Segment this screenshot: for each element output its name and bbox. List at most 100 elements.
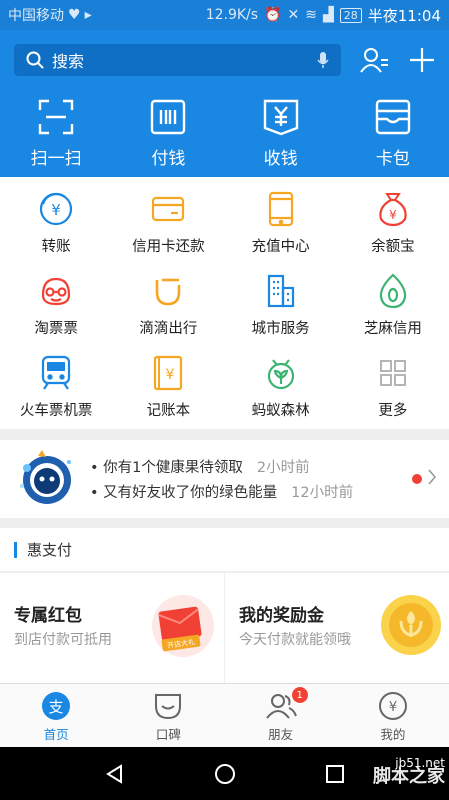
add-icon[interactable] — [407, 45, 437, 75]
barcode-icon — [150, 98, 186, 136]
clock: 半夜11:04 — [367, 6, 441, 25]
gold-coin-icon — [379, 593, 443, 661]
my-yuan-icon: ¥ — [378, 690, 408, 722]
service-grid: ¥ 转账 信用卡还款 充值中心 ¥ 余额宝 淘票票 滴滴出行 城市服务 芝麻信用… — [0, 177, 449, 429]
huizhifu-cards: 专属红包 到店付款可抵用 开店大礼 我的奖励金 今天付款就能领哦 — [0, 573, 449, 683]
card-title: 我的奖励金 — [239, 606, 324, 626]
grid-item-city-service[interactable]: 城市服务 — [225, 265, 337, 347]
grid-item-didi[interactable]: 滴滴出行 — [112, 265, 224, 347]
ant-forest-icon — [265, 353, 297, 393]
search-input[interactable]: 搜索 — [14, 44, 341, 76]
notification-line: • 又有好友收了你的绿色能量 12小时前 — [90, 481, 353, 506]
city-building-icon — [265, 271, 297, 311]
notification-time: 12小时前 — [291, 485, 354, 501]
transfer-icon: ¥ — [39, 189, 73, 229]
tab-friends[interactable]: 1 朋友 — [225, 684, 337, 747]
grid-item-sesame-credit[interactable]: 芝麻信用 — [337, 265, 449, 347]
grid-label: 充值中心 — [251, 239, 310, 255]
bottom-tab-bar: 支 首页 口碑 1 朋友 ¥ 我的 — [0, 683, 449, 747]
astronaut-mascot-icon — [14, 448, 80, 514]
contacts-icon[interactable] — [360, 45, 390, 75]
alarm-icon: ⏰ — [264, 7, 282, 23]
red-packet-icon: 开店大礼 — [150, 593, 216, 663]
grid-label: 滴滴出行 — [139, 321, 198, 337]
grid-item-account-book[interactable]: ¥ 记账本 — [112, 347, 224, 429]
home-alipay-icon: 支 — [41, 690, 71, 722]
grid-item-more[interactable]: 更多 — [337, 347, 449, 429]
grid-label: 城市服务 — [251, 321, 310, 337]
grid-label: 信用卡还款 — [132, 239, 205, 255]
battery-level: 28 — [339, 7, 362, 23]
grid-item-credit-card[interactable]: 信用卡还款 — [112, 183, 224, 265]
status-right: 12.9K/s ⏰ ✕ ≋ ▟ 28 半夜11:04 — [206, 5, 441, 26]
watermark-name: 脚本之家 — [373, 766, 445, 787]
tab-koubei[interactable]: 口碑 — [112, 684, 224, 747]
svg-text:¥: ¥ — [389, 700, 397, 715]
my-reward-card[interactable]: 我的奖励金 今天付款就能领哦 — [225, 573, 449, 683]
phone-recharge-icon — [268, 189, 294, 229]
train-icon — [40, 353, 72, 393]
signal-icon: ▟ — [322, 7, 334, 23]
media-icon: ▸ — [84, 7, 92, 23]
huizhifu-header: 惠支付 — [0, 528, 449, 572]
heart-icon: ♥ — [68, 7, 81, 23]
forest-notification[interactable]: • 你有1个健康果待领取 2小时前 • 又有好友收了你的绿色能量 12小时前 — [0, 440, 449, 518]
recent-apps-icon[interactable] — [325, 764, 345, 784]
card-wallet-button[interactable]: 卡包 — [337, 98, 449, 169]
tab-label: 首页 — [43, 727, 69, 742]
sesame-credit-icon — [378, 271, 408, 311]
grid-item-recharge[interactable]: 充值中心 — [225, 183, 337, 265]
carrier-name: 中国移动 — [8, 8, 64, 24]
notification-text: • 你有1个健康果待领取 — [90, 460, 243, 476]
receive-money-button[interactable]: 收钱 — [225, 98, 337, 169]
grid-item-taopiaopiao[interactable]: 淘票票 — [0, 265, 112, 347]
back-icon[interactable] — [105, 763, 125, 784]
grid-label: 转账 — [41, 239, 71, 255]
didi-icon — [152, 271, 184, 311]
notification-time: 2小时前 — [256, 460, 310, 476]
scan-label: 扫一扫 — [30, 149, 82, 169]
grid-item-train-ticket[interactable]: 火车票机票 — [0, 347, 112, 429]
grid-item-transfer[interactable]: ¥ 转账 — [0, 183, 112, 265]
receive-money-label: 收钱 — [263, 149, 298, 169]
quick-actions: 扫一扫 付钱 收钱 卡包 — [0, 98, 449, 169]
grid-label: 记账本 — [146, 403, 191, 419]
receive-money-icon — [262, 98, 300, 136]
credit-card-icon — [151, 189, 185, 229]
card-wallet-icon — [375, 98, 411, 136]
svg-text:¥: ¥ — [389, 208, 397, 222]
carrier-info: 中国移动 ♥ ▸ — [8, 5, 92, 25]
chevron-right-icon[interactable] — [427, 468, 437, 490]
grid-item-ant-forest[interactable]: 蚂蚁森林 — [225, 347, 337, 429]
grid-item-yuebao[interactable]: ¥ 余额宝 — [337, 183, 449, 265]
exclusive-red-packet-card[interactable]: 专属红包 到店付款可抵用 开店大礼 — [0, 573, 224, 683]
mute-icon: ✕ — [287, 7, 300, 23]
unread-badge: 1 — [290, 686, 309, 704]
tab-mine[interactable]: ¥ 我的 — [337, 684, 449, 747]
card-wallet-label: 卡包 — [375, 149, 410, 169]
card-subtitle: 今天付款就能领哦 — [239, 632, 351, 648]
grid-label: 余额宝 — [371, 239, 415, 255]
pay-button[interactable]: 付钱 — [112, 98, 224, 169]
wifi-icon: ≋ — [305, 7, 317, 23]
header: 搜索 扫一扫 付钱 收钱 卡包 — [0, 30, 449, 177]
microphone-icon[interactable] — [317, 51, 329, 69]
tab-label: 口碑 — [155, 727, 181, 742]
scan-icon — [38, 98, 74, 136]
account-book-icon: ¥ — [153, 353, 183, 393]
pay-label: 付钱 — [151, 149, 186, 169]
grid-label: 淘票票 — [34, 321, 78, 337]
tab-label: 朋友 — [268, 727, 294, 742]
unread-dot — [412, 474, 422, 484]
koubei-icon — [153, 690, 183, 722]
tab-home[interactable]: 支 首页 — [0, 684, 112, 747]
scan-button[interactable]: 扫一扫 — [0, 98, 112, 169]
search-placeholder: 搜索 — [52, 52, 85, 71]
section-title: 惠支付 — [27, 541, 73, 559]
card-subtitle: 到店付款可抵用 — [14, 632, 112, 648]
home-circle-icon[interactable] — [214, 763, 236, 785]
grid-label: 更多 — [378, 403, 408, 419]
card-title: 专属红包 — [14, 606, 82, 626]
ticket-mascot-icon — [39, 271, 73, 311]
friends-icon: 1 — [265, 686, 309, 722]
